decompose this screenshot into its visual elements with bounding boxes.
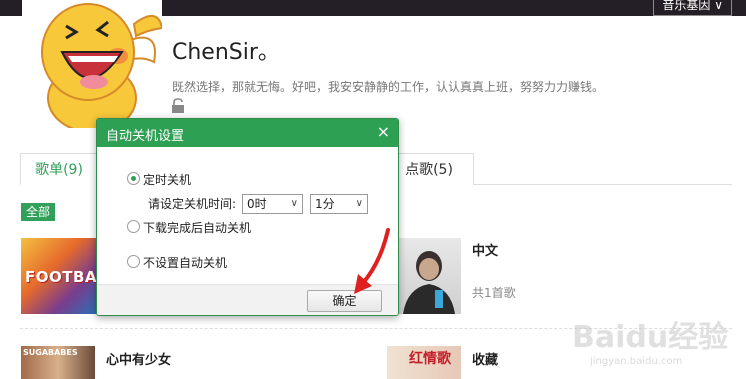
chevron-down-icon: ∨	[714, 0, 723, 12]
playlist-cover-favorites[interactable]: 红情歌	[387, 346, 461, 379]
dialog-title: 自动关机设置	[106, 129, 185, 144]
playlist-title-girl[interactable]: 心中有少女	[106, 349, 171, 368]
qq-penguin-avatar-icon	[41, 3, 162, 128]
football-cover-text: FOOTBALL	[25, 268, 97, 286]
music-gene-button[interactable]: 音乐基因 ∨	[653, 0, 732, 16]
red-cover-text: 红情歌	[409, 351, 451, 367]
music-gene-label: 音乐基因	[662, 0, 711, 12]
playlist-cover-girl[interactable]: SUGABABES	[21, 346, 95, 379]
avatar[interactable]	[22, 0, 162, 128]
minute-select[interactable]: 1分 ∨	[310, 194, 368, 214]
radio-no-auto-shutdown-label: 不设置自动关机	[143, 256, 228, 270]
radio-shutdown-after-download[interactable]	[127, 220, 140, 233]
close-icon[interactable]: ×	[377, 123, 390, 141]
lock-icon[interactable]	[171, 98, 185, 114]
chevron-down-icon: ∨	[290, 198, 298, 209]
radio-shutdown-after-download-label: 下载完成后自动关机	[143, 221, 252, 235]
radio-timed-shutdown-label: 定时关机	[143, 173, 192, 187]
radio-timed-shutdown[interactable]	[127, 172, 140, 185]
watermark-url: jingyan.baidu.com	[590, 356, 683, 367]
shutdown-time-label: 请设定关机时间:	[148, 197, 237, 211]
tab-playlists[interactable]: 歌单(9)	[20, 153, 98, 185]
hour-select[interactable]: 0时 ∨	[242, 194, 303, 214]
playlist-title-favorites[interactable]: 收藏	[472, 349, 498, 368]
profile-username: ChenSir。	[172, 40, 280, 65]
artist-photo-icon	[403, 251, 455, 314]
hour-select-value: 0时	[247, 197, 267, 211]
minute-select-value: 1分	[315, 197, 335, 211]
playlist-song-count: 共1首歌	[472, 286, 516, 300]
playlist-cover-chinese[interactable]	[397, 238, 461, 314]
filter-all-button[interactable]: 全部	[21, 203, 55, 221]
baidu-jingyan-watermark: Baidu经验 jingyan.baidu.com	[572, 312, 742, 376]
chevron-down-icon: ∨	[355, 198, 363, 209]
playlist-cover-football[interactable]: FOOTBALL	[21, 238, 97, 314]
red-arrow-annotation-icon	[354, 228, 390, 294]
playlist-title-chinese[interactable]: 中文	[472, 240, 498, 259]
dialog-header: 自动关机设置 ×	[97, 119, 398, 147]
profile-bio: 既然选择，那就无悔。好吧，我安安静静的工作，认认真真上班，努努力力赚钱。	[172, 80, 605, 94]
sugababes-cover-text: SUGABABES	[23, 348, 78, 357]
radio-no-auto-shutdown[interactable]	[127, 255, 140, 268]
watermark-brand: Baidu经验	[572, 320, 729, 355]
